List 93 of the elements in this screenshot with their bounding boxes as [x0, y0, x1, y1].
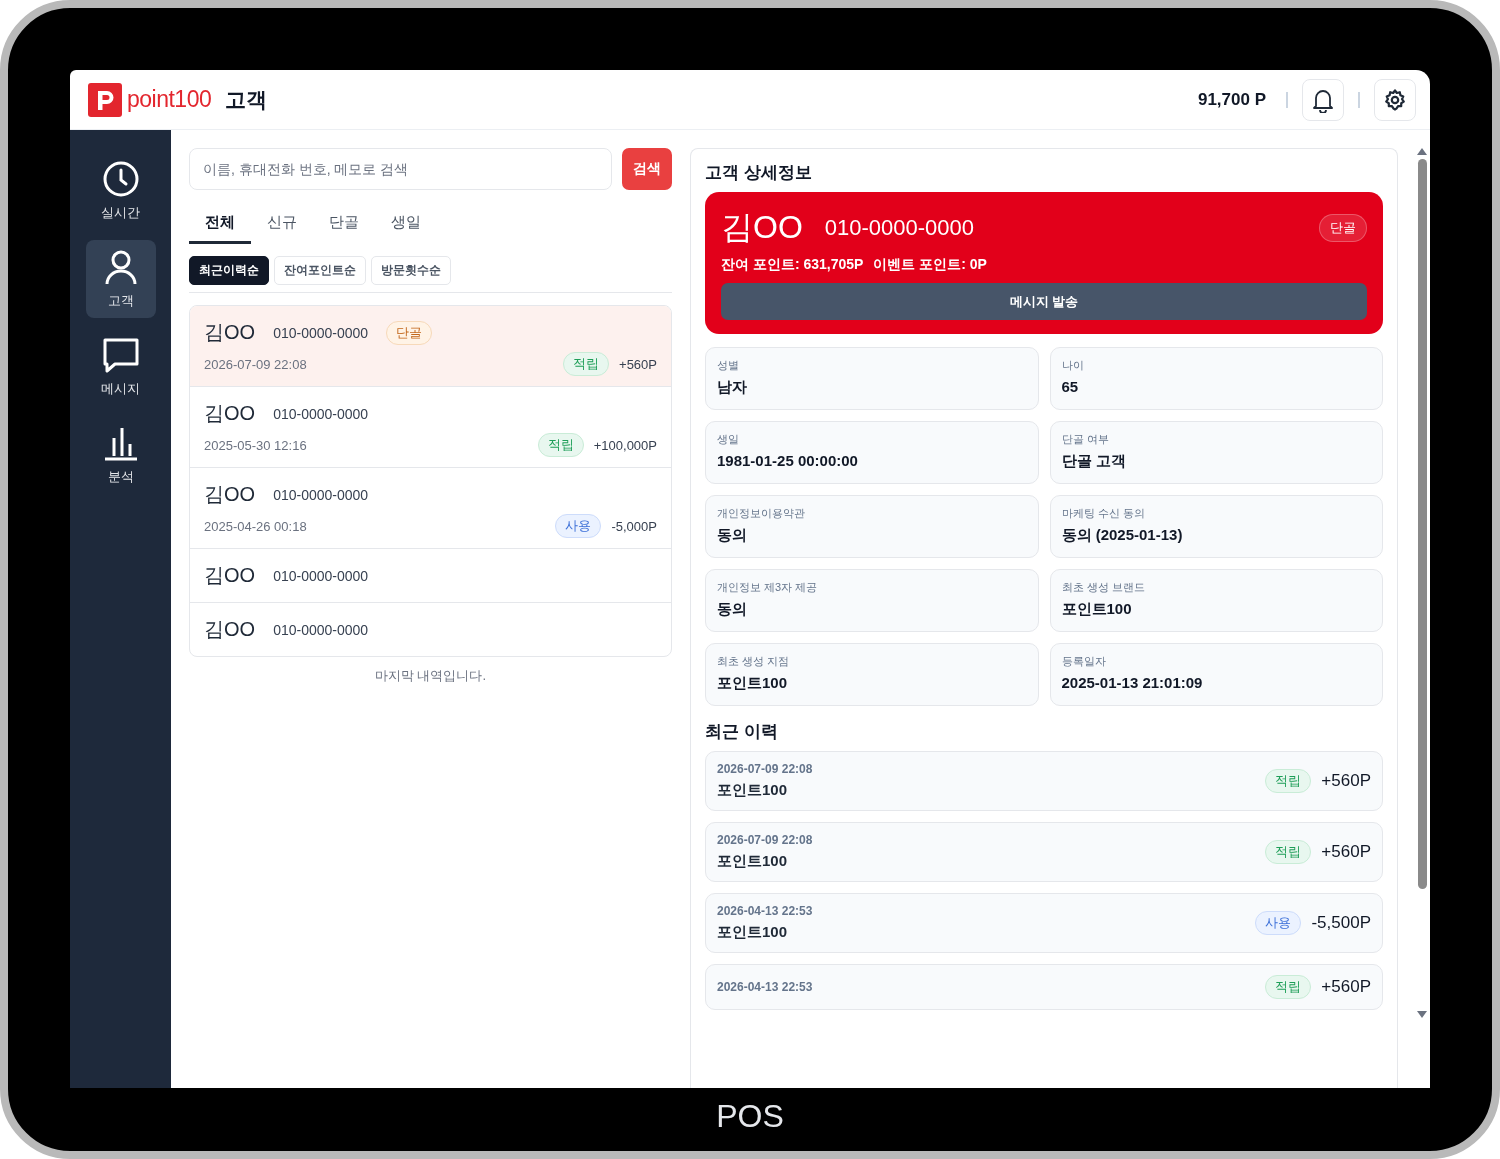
- customer-name: 김OO: [204, 482, 256, 507]
- sidebar-item[interactable]: 메시지: [85, 328, 156, 406]
- point-amount: +560P: [1321, 977, 1371, 997]
- transaction-badge: 적립: [1265, 769, 1312, 793]
- clock-icon: [101, 160, 140, 198]
- transaction-badge: 적립: [537, 433, 584, 457]
- point-amount: +560P: [619, 356, 657, 372]
- notification-button[interactable]: [1302, 78, 1344, 121]
- transaction-badge: 사용: [1255, 911, 1302, 935]
- field-value: 단골 고객: [1061, 452, 1127, 471]
- field-label: 마케팅 수신 동의: [1061, 506, 1146, 521]
- customer-name: 김OO: [204, 320, 256, 345]
- customer-row[interactable]: 김OO 010-0000-0000 2025-04-26 00:18 사용 -5,000P: [190, 467, 671, 548]
- customer-name: 김OO: [204, 401, 256, 426]
- field-value: 포인트100: [717, 674, 789, 693]
- field-value: 1981-01-25 00:00:00: [717, 452, 859, 469]
- settings-icon: [1383, 87, 1407, 112]
- chat-icon: [101, 336, 140, 374]
- list-end-text: 마지막 내역입니다.: [373, 667, 488, 685]
- visit-date: 2025-04-26 00:18: [204, 518, 307, 534]
- field-label: 최초 생성 지점: [717, 654, 791, 669]
- visit-date: 2026-07-09 22:08: [204, 356, 307, 372]
- field-value: 2025-01-13 21:01:09: [1061, 674, 1204, 691]
- settings-button[interactable]: [1374, 78, 1416, 121]
- field-label: 최초 생성 브랜드: [1061, 580, 1146, 595]
- visit-date: 2025-05-30 12:16: [204, 437, 307, 453]
- store-name: 포인트100: [717, 923, 789, 942]
- customer-name: 김OO: [204, 617, 256, 642]
- field-value: 동의: [717, 600, 748, 619]
- field-label: 개인정보이용약관: [717, 506, 806, 521]
- transaction-badge: 적립: [1265, 840, 1312, 864]
- customer-name: 김OO: [204, 563, 256, 588]
- sidebar-item[interactable]: 고객: [85, 240, 156, 318]
- customer-phone: 010-0000-0000: [824, 215, 975, 241]
- sidebar-item[interactable]: 분석: [85, 416, 156, 494]
- field-label: 성별: [717, 358, 740, 373]
- customer-phone: 010-0000-0000: [273, 324, 369, 341]
- point-amount: +560P: [1321, 842, 1371, 862]
- store-name: 포인트100: [717, 781, 789, 800]
- field-value: 포인트100: [1061, 600, 1133, 619]
- sort-chip[interactable]: 최근이력순: [189, 256, 269, 285]
- field-value: 65: [1061, 378, 1080, 395]
- customer-row[interactable]: 김OO 010-0000-0000: [190, 602, 671, 656]
- field-label: 등록일자: [1061, 654, 1107, 669]
- customer-row[interactable]: 김OO 010-0000-0000 2025-05-30 12:16 적립 +100,000P: [190, 386, 671, 467]
- field-label: 개인정보 제3자 제공: [717, 580, 819, 595]
- store-name: 포인트100: [717, 852, 789, 871]
- customer-phone: 010-0000-0000: [273, 621, 369, 638]
- point-amount: +100,000P: [593, 437, 657, 453]
- regular-tag: 단골: [1319, 214, 1367, 242]
- field-label: 나이: [1061, 358, 1085, 373]
- filter-tab[interactable]: 전체: [189, 204, 251, 244]
- filter-tab[interactable]: 신규: [251, 204, 313, 244]
- sort-chip[interactable]: 잔여포인트순: [274, 256, 366, 285]
- regular-tag: 단골: [386, 320, 433, 345]
- logo-icon: [88, 82, 122, 117]
- search-button[interactable]: 검색: [622, 148, 672, 190]
- customer-phone: 010-0000-0000: [273, 486, 369, 503]
- customer-phone: 010-0000-0000: [273, 405, 369, 422]
- transaction-badge: 적립: [1265, 975, 1312, 999]
- send-message-button[interactable]: 메시지 발송: [721, 283, 1367, 320]
- logo-text: point100: [127, 86, 212, 113]
- field-label: 단골 여부: [1061, 432, 1110, 447]
- filter-tab[interactable]: 생일: [375, 204, 437, 244]
- history-date: 2026-04-13 22:53: [717, 904, 814, 918]
- point-amount: +560P: [1321, 771, 1371, 791]
- customer-phone: 010-0000-0000: [273, 567, 369, 584]
- point-amount: -5,500P: [1311, 913, 1371, 933]
- page-title: 고객: [225, 86, 268, 113]
- sidebar-item[interactable]: 실시간: [85, 152, 156, 230]
- customer-row[interactable]: 김OO 010-0000-0000: [190, 548, 671, 602]
- customer-row[interactable]: 김OO 010-0000-0000 단골 2026-07-09 22:08 적립 +560P: [190, 306, 671, 386]
- point-amount: -5,000P: [611, 518, 657, 534]
- filter-tab[interactable]: 단골: [313, 204, 375, 244]
- point-balance: 91,700 P: [1197, 89, 1266, 110]
- history-date: 2026-04-13 22:53: [717, 980, 814, 994]
- balance-points: 잔여 포인트: 631,705P: [721, 256, 864, 274]
- sort-chip[interactable]: 방문횟수순: [371, 256, 451, 285]
- section-title: 최근 이력: [705, 721, 779, 743]
- section-title: 고객 상세정보: [705, 162, 813, 184]
- field-value: 남자: [717, 378, 748, 397]
- device-label: POS: [715, 1098, 785, 1135]
- customer-name: 김OO: [721, 208, 803, 247]
- field-value: 동의 (2025-01-13): [1061, 526, 1184, 545]
- field-value: 동의: [717, 526, 748, 545]
- transaction-badge: 사용: [555, 514, 602, 538]
- history-date: 2026-07-09 22:08: [717, 762, 814, 776]
- transaction-badge: 적립: [563, 352, 610, 376]
- event-points: 이벤트 포인트: 0P: [873, 256, 987, 274]
- history-date: 2026-07-09 22:08: [717, 833, 814, 847]
- scrollbar[interactable]: [1416, 148, 1428, 1018]
- field-label: 생일: [717, 432, 740, 447]
- search-field[interactable]: 이름, 휴대전화 번호, 메모로 검색: [189, 148, 612, 190]
